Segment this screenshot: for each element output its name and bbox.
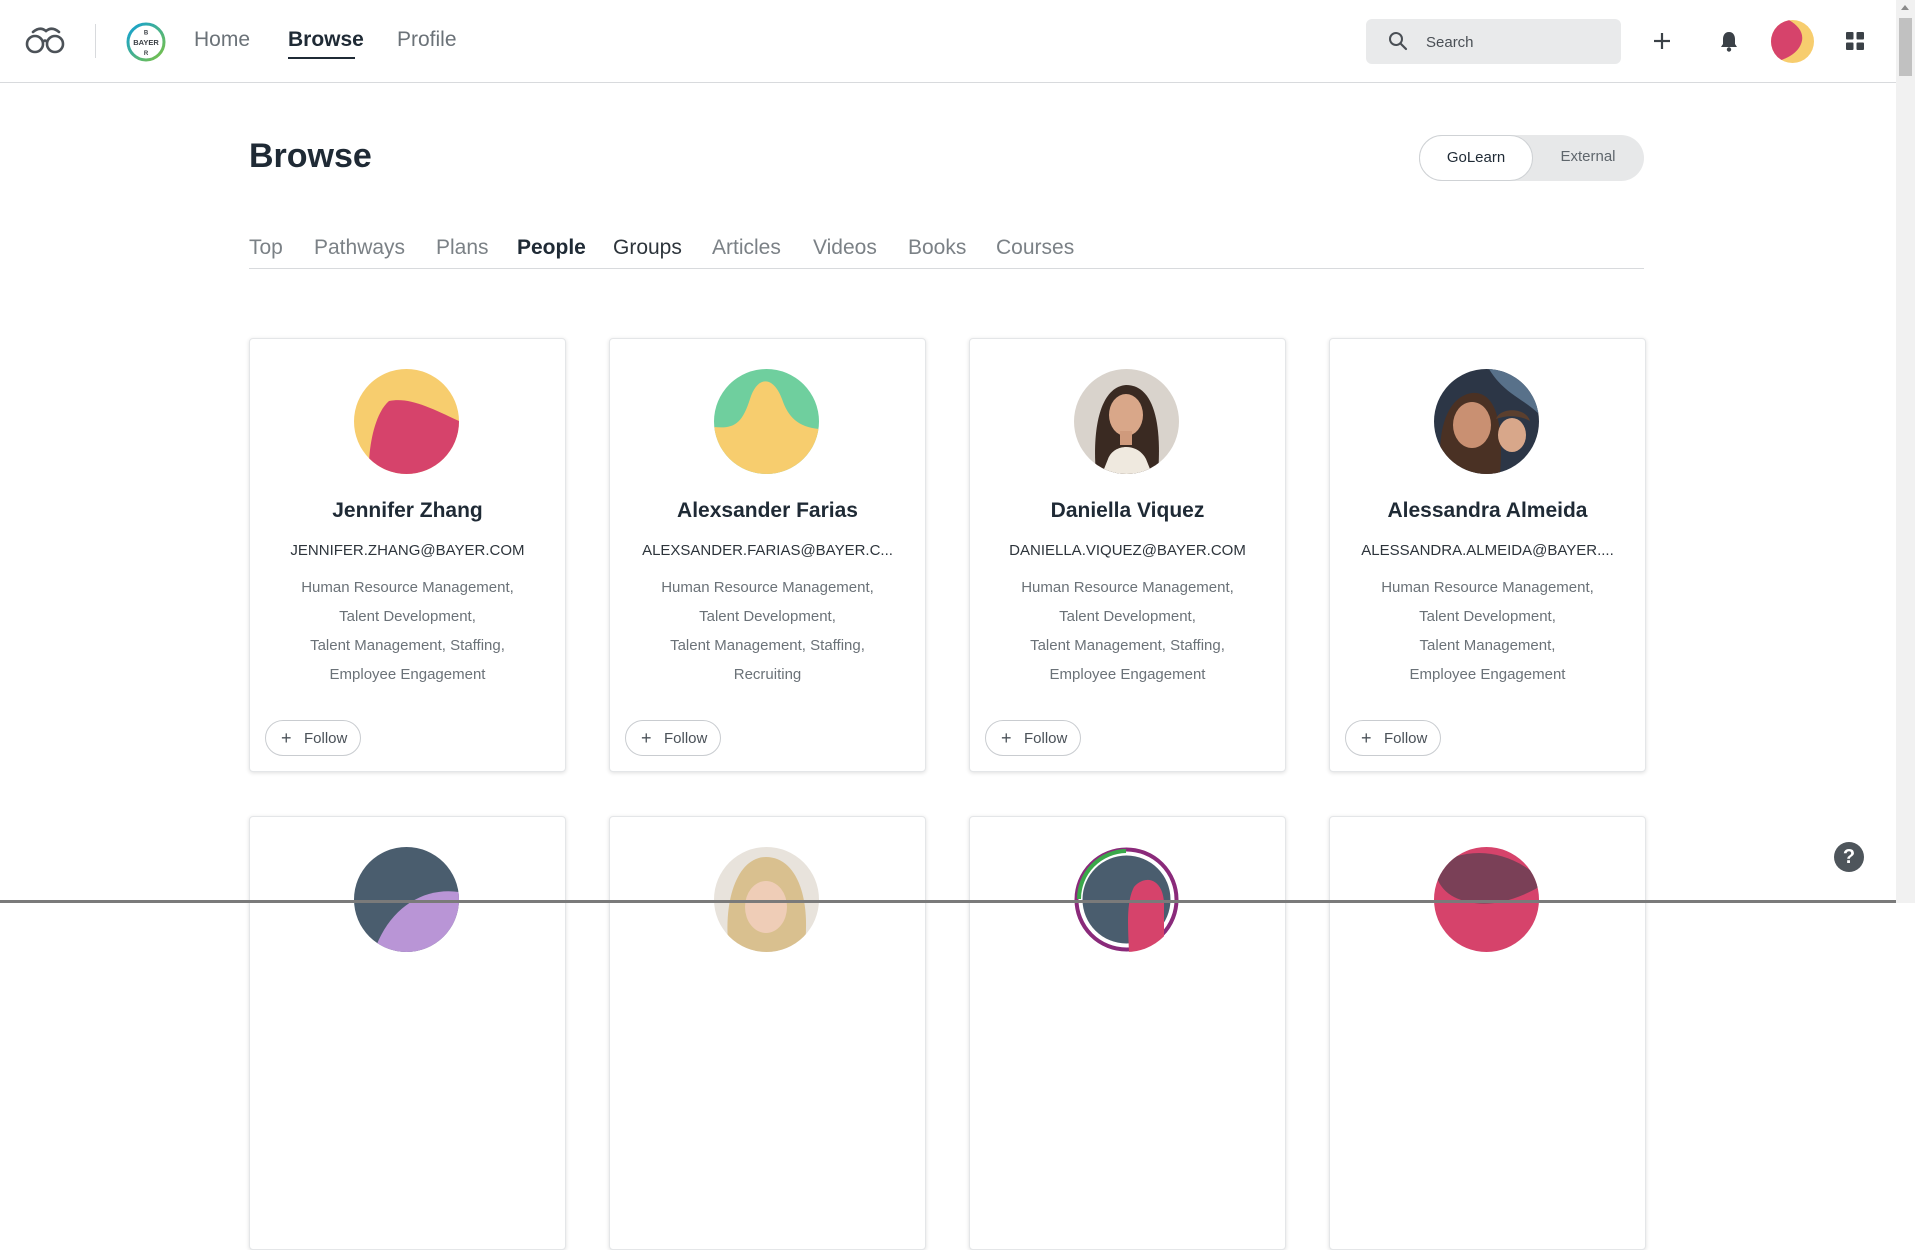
- tabs-divider: [249, 268, 1644, 269]
- scrollbar-thumb[interactable]: [1899, 18, 1912, 76]
- skill-line: Talent Management, Staffing,: [1030, 637, 1225, 654]
- help-icon: ?: [1842, 846, 1856, 868]
- skill-line: Human Resource Management,: [301, 579, 514, 596]
- follow-button[interactable]: + Follow: [625, 720, 721, 756]
- skill-line: Employee Engagement: [1049, 666, 1206, 683]
- person-name[interactable]: Jennifer Zhang: [250, 499, 565, 523]
- apps-grid-icon[interactable]: [1846, 32, 1864, 50]
- person-email: JENNIFER.ZHANG@BAYER.COM: [290, 542, 525, 559]
- person-skills: Human Resource Management, Talent Develo…: [1350, 573, 1625, 689]
- person-card[interactable]: [249, 816, 566, 1250]
- follow-label: Follow: [304, 730, 348, 747]
- person-card[interactable]: [969, 816, 1286, 1250]
- svg-text:BAYER: BAYER: [133, 38, 159, 47]
- plus-icon: +: [1001, 728, 1012, 748]
- follow-button[interactable]: + Follow: [265, 720, 361, 756]
- skill-line: Recruiting: [733, 666, 802, 683]
- tab-books[interactable]: Books: [908, 236, 966, 260]
- skill-line: Employee Engagement: [329, 666, 486, 683]
- bell-icon[interactable]: [1719, 30, 1739, 52]
- page-scrollbar[interactable]: [1896, 0, 1915, 903]
- tab-top[interactable]: Top: [249, 236, 283, 260]
- person-avatar-photo[interactable]: [1074, 369, 1179, 474]
- plus-icon: +: [281, 728, 292, 748]
- skill-line: Talent Management, Staffing,: [670, 637, 865, 654]
- glasses-logo-icon[interactable]: [24, 26, 66, 56]
- plus-icon[interactable]: [1652, 31, 1672, 51]
- person-name[interactable]: Alexsander Farias: [610, 499, 925, 523]
- follow-button[interactable]: + Follow: [1345, 720, 1441, 756]
- svg-text:B: B: [144, 31, 149, 37]
- tab-plans[interactable]: Plans: [436, 236, 489, 260]
- skill-line: Talent Management,: [1419, 637, 1556, 654]
- person-name[interactable]: Alessandra Almeida: [1330, 499, 1645, 523]
- plus-icon: +: [641, 728, 652, 748]
- skill-line: Talent Development,: [339, 608, 476, 625]
- skill-line: Human Resource Management,: [1381, 579, 1594, 596]
- search-icon: [1389, 32, 1408, 51]
- bayer-logo[interactable]: BAYER B R: [126, 22, 166, 62]
- skill-line: Human Resource Management,: [1021, 579, 1234, 596]
- skill-line: Talent Management, Staffing,: [310, 637, 505, 654]
- person-avatar-photo[interactable]: [1434, 369, 1539, 474]
- toggle-golearn[interactable]: GoLearn: [1419, 135, 1533, 181]
- tab-people[interactable]: People: [517, 236, 586, 260]
- person-card[interactable]: Alexsander Farias ALEXSANDER.FARIAS@BAYE…: [609, 338, 926, 772]
- person-skills: Human Resource Management, Talent Develo…: [990, 573, 1265, 689]
- toggle-external[interactable]: External: [1532, 135, 1644, 179]
- person-card[interactable]: Jennifer Zhang JENNIFER.ZHANG@BAYER.COM …: [249, 338, 566, 772]
- nav-profile[interactable]: Profile: [397, 28, 457, 52]
- person-card[interactable]: Alessandra Almeida ALESSANDRA.ALMEIDA@BA…: [1329, 338, 1646, 772]
- person-card[interactable]: [609, 816, 926, 1250]
- user-avatar[interactable]: [1771, 20, 1814, 63]
- top-navigation-bar: BAYER B R Home Browse Profile: [0, 0, 1896, 83]
- tab-videos[interactable]: Videos: [813, 236, 877, 260]
- person-email: ALEXSANDER.FARIAS@BAYER.C...: [642, 542, 893, 559]
- search-box[interactable]: [1366, 19, 1621, 64]
- search-input[interactable]: [1424, 30, 1608, 54]
- page-title: Browse: [249, 137, 372, 175]
- plus-icon: +: [1361, 728, 1372, 748]
- skill-line: Talent Development,: [699, 608, 836, 625]
- source-toggle: GoLearn External: [1419, 135, 1644, 181]
- person-avatar[interactable]: [714, 369, 819, 474]
- follow-label: Follow: [664, 730, 708, 747]
- skill-line: Talent Development,: [1059, 608, 1196, 625]
- nav-home[interactable]: Home: [194, 28, 250, 52]
- help-button[interactable]: ?: [1834, 842, 1864, 872]
- person-skills: Human Resource Management, Talent Develo…: [270, 573, 545, 689]
- person-email: DANIELLA.VIQUEZ@BAYER.COM: [1009, 542, 1246, 559]
- skill-line: Talent Development,: [1419, 608, 1556, 625]
- skill-line: Employee Engagement: [1409, 666, 1566, 683]
- person-skills: Human Resource Management, Talent Develo…: [630, 573, 905, 689]
- follow-button[interactable]: + Follow: [985, 720, 1081, 756]
- person-email: ALESSANDRA.ALMEIDA@BAYER....: [1361, 542, 1614, 559]
- scroll-up-arrow-icon[interactable]: [1901, 5, 1909, 10]
- follow-label: Follow: [1024, 730, 1068, 747]
- header-divider: [95, 24, 96, 58]
- person-name[interactable]: Daniella Viquez: [970, 499, 1285, 523]
- nav-browse[interactable]: Browse: [288, 28, 364, 52]
- tab-pathways[interactable]: Pathways: [314, 236, 405, 260]
- skill-line: Human Resource Management,: [661, 579, 874, 596]
- svg-text:R: R: [144, 51, 149, 57]
- tab-articles[interactable]: Articles: [712, 236, 781, 260]
- person-card[interactable]: [1329, 816, 1646, 1250]
- person-avatar[interactable]: [354, 369, 459, 474]
- person-card[interactable]: Daniella Viquez DANIELLA.VIQUEZ@BAYER.CO…: [969, 338, 1286, 772]
- tab-groups[interactable]: Groups: [613, 236, 682, 260]
- nav-active-underline: [288, 57, 355, 59]
- follow-label: Follow: [1384, 730, 1428, 747]
- tab-courses[interactable]: Courses: [996, 236, 1074, 260]
